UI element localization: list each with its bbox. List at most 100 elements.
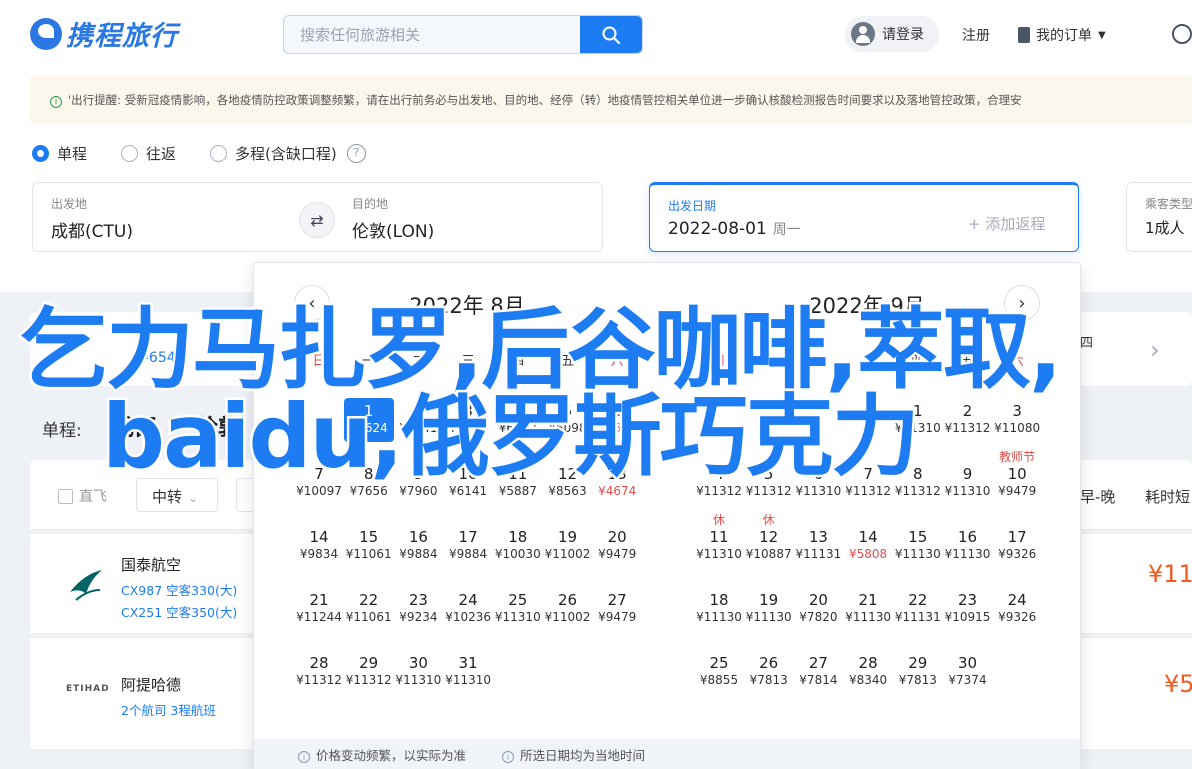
info-icon: i	[50, 96, 62, 108]
day-number: 11	[709, 528, 729, 546]
login-button[interactable]: 请登录	[845, 16, 939, 52]
search-icon	[602, 26, 621, 44]
sort-by-time[interactable]: 早-晚	[1080, 486, 1115, 507]
day-number: 24	[1007, 591, 1027, 609]
day-price: ¥9326	[998, 547, 1037, 561]
day-number: 12	[759, 528, 779, 546]
direct-only-checkbox[interactable]: 直飞	[58, 486, 107, 506]
my-orders-menu[interactable]: 我的订单 ▼	[1018, 25, 1106, 45]
calendar-day[interactable]: 31 ¥11310	[443, 655, 493, 688]
dolphin-logo-icon	[30, 17, 62, 50]
radio-round-trip[interactable]: 往返	[121, 143, 176, 164]
day-number: 27	[808, 654, 828, 672]
trip-type-selector: 单程 往返 多程(含缺口程) ?	[32, 143, 366, 164]
dropdown-label: 中转	[152, 488, 183, 506]
calendar-day[interactable]: 30 ¥7374	[943, 654, 993, 688]
day-number: 30	[957, 654, 978, 672]
day-number: 18	[508, 528, 528, 546]
day-number: 29	[359, 654, 379, 672]
day-number: 30	[408, 654, 428, 672]
airline-name: 阿提哈德	[121, 676, 182, 694]
swap-arrows-icon: ⇄	[310, 210, 324, 230]
radio-multi-city[interactable]: 多程(含缺口程)	[210, 143, 337, 164]
calendar-day[interactable]: 27 ¥9479	[592, 592, 642, 625]
day-price: ¥11080	[994, 421, 1041, 435]
headset-icon[interactable]	[1172, 24, 1192, 44]
caret-down-icon: ▼	[1098, 29, 1106, 41]
flight-info[interactable]: CX987 空客330(大)	[121, 580, 237, 599]
calendar-day[interactable]: 10 ¥9479	[992, 465, 1042, 499]
calendar-day[interactable]: 3 ¥11080	[992, 402, 1042, 436]
date-value: 2022-08-01	[668, 219, 767, 239]
sort-by-duration[interactable]: 耗时短	[1145, 486, 1190, 507]
arrival-city-field[interactable]: 目的地 伦敦(LON)	[318, 182, 603, 252]
travel-notice: i '出行提醒: 受新冠疫情影响，各地疫情防控政策调整频繁，请在出行前务必与出发地…	[30, 76, 1192, 124]
departure-date-field[interactable]: 出发日期 2022-08-01 周一 + 添加返程	[649, 182, 1079, 252]
notice-text: '出行提醒: 受新冠疫情影响，各地疫情防控政策调整频繁，请在出行前务必与出发地、…	[68, 93, 1022, 107]
search-input[interactable]	[284, 16, 581, 53]
departure-city-field[interactable]: 出发地 成都(CTU)	[32, 182, 318, 252]
day-number: 24	[458, 591, 478, 609]
calendar-day[interactable]: 20 ¥9479	[592, 528, 642, 562]
day-number: 29	[908, 654, 928, 672]
day-number: 17	[458, 528, 478, 546]
day-number: 10	[1007, 465, 1027, 483]
day-price: ¥9479	[598, 547, 637, 561]
holiday-tag: 休	[712, 513, 725, 527]
footer-text: 所选日期均为当地时间	[520, 747, 646, 763]
document-icon	[1018, 27, 1030, 43]
day-number: 22	[359, 591, 379, 609]
logo-text: 携程旅行	[66, 21, 178, 52]
ctrip-logo[interactable]: 携程旅行	[30, 14, 178, 53]
day-number: 3	[1012, 402, 1022, 420]
field-label: 目的地	[352, 197, 389, 211]
field-label: 出发地	[51, 197, 88, 211]
holiday-tag: 教师节	[999, 450, 1036, 464]
user-avatar-icon	[851, 22, 875, 46]
field-label: 出发日期	[668, 199, 717, 213]
day-number: 14	[309, 528, 329, 546]
etihad-logo-icon: ETIHAD	[66, 684, 110, 694]
day-number: 22	[908, 591, 928, 609]
checkbox-icon	[58, 488, 73, 504]
add-return-button[interactable]: + 添加返程	[968, 213, 1045, 234]
flight-price: ¥5	[1164, 670, 1192, 698]
field-label: 乘客类型	[1145, 197, 1192, 211]
day-number: 14	[858, 528, 878, 546]
footer-note: i 价格变动频繁，以实际为准	[298, 745, 466, 764]
strip-date[interactable]: 四	[1080, 332, 1093, 351]
flight-info[interactable]: CX251 空客350(大)	[121, 602, 237, 621]
day-number: 15	[359, 528, 379, 546]
radio-icon	[210, 145, 228, 162]
field-value: 1成人	[1145, 219, 1185, 237]
day-number: 15	[908, 528, 928, 546]
day-number: 2	[962, 402, 973, 420]
calendar-day[interactable]: 17 ¥9326	[992, 529, 1042, 562]
day-number: 23	[957, 591, 978, 609]
day-price: ¥9479	[598, 610, 637, 624]
day-number: 9	[962, 465, 973, 483]
day-number: 28	[309, 654, 329, 672]
flight-info[interactable]: 2个航司 3程航班	[121, 700, 216, 719]
login-label: 请登录	[882, 27, 924, 43]
calendar-day[interactable]: 24 ¥9326	[992, 591, 1042, 625]
passenger-type-field[interactable]: 乘客类型 1成人	[1126, 182, 1192, 252]
radio-one-way[interactable]: 单程	[32, 143, 87, 164]
day-number: 26	[759, 654, 779, 672]
swap-cities-button[interactable]: ⇄	[299, 202, 335, 238]
register-link[interactable]: 注册	[962, 25, 990, 45]
day-price: ¥7374	[948, 673, 987, 687]
day-number: 21	[858, 591, 878, 609]
field-value: 成都(CTU)	[51, 222, 133, 242]
day-number: 26	[557, 591, 578, 609]
radio-checked-icon	[32, 145, 49, 162]
chevron-right-icon[interactable]: ›	[1150, 336, 1160, 364]
calendar-footer: i 价格变动频繁，以实际为准 i 所选日期均为当地时间	[254, 739, 1080, 769]
orders-label: 我的订单	[1036, 28, 1092, 44]
day-number: 20	[607, 528, 627, 546]
search-button[interactable]	[580, 16, 642, 53]
day-number: 23	[408, 591, 428, 609]
day-number: 28	[858, 654, 878, 672]
question-icon[interactable]: ?	[346, 144, 366, 163]
info-icon: i	[298, 750, 310, 763]
